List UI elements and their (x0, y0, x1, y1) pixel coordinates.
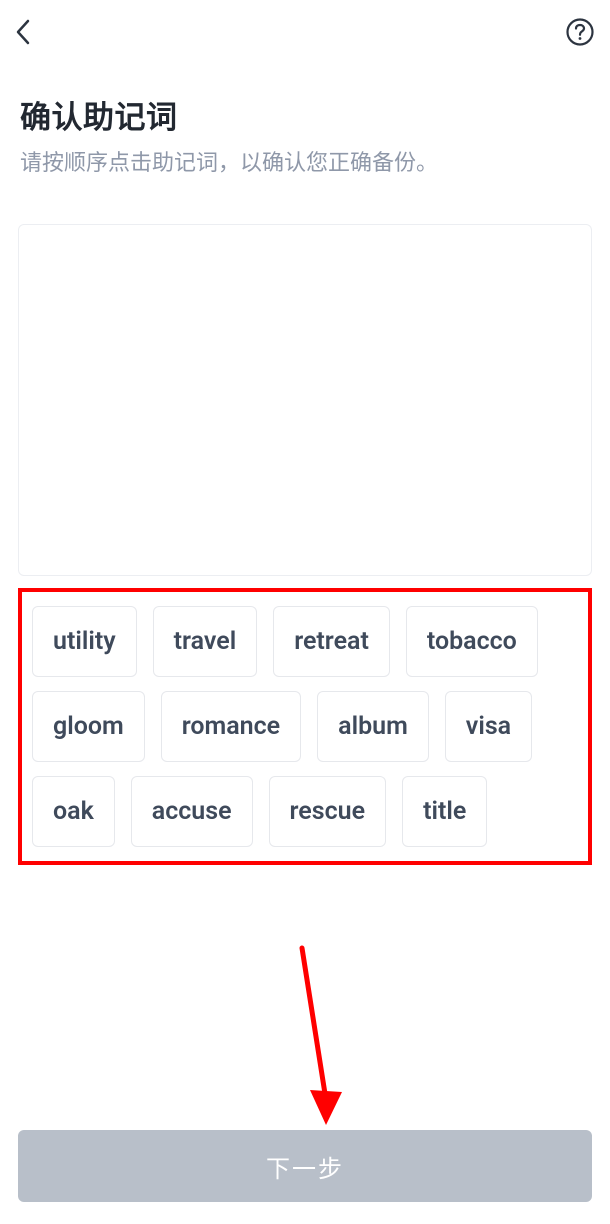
word-chip-romance[interactable]: romance (161, 691, 301, 762)
word-chip-oak[interactable]: oak (32, 776, 115, 847)
annotation-arrow-icon (280, 940, 370, 1144)
word-chip-title[interactable]: title (402, 776, 487, 847)
word-chip-gloom[interactable]: gloom (32, 691, 145, 762)
word-chip-rescue[interactable]: rescue (269, 776, 387, 847)
word-chip-album[interactable]: album (317, 691, 429, 762)
word-chip-utility[interactable]: utility (32, 606, 137, 677)
word-chip-tobacco[interactable]: tobacco (406, 606, 538, 677)
page-title: 确认助记词 (20, 92, 590, 137)
help-icon[interactable] (562, 14, 598, 50)
selected-words-area[interactable] (18, 224, 592, 576)
word-chip-accuse[interactable]: accuse (131, 776, 253, 847)
mnemonic-word-grid: utility travel retreat tobacco gloom rom… (18, 588, 592, 865)
next-button[interactable]: 下一步 (18, 1130, 592, 1202)
word-chip-retreat[interactable]: retreat (273, 606, 390, 677)
word-chip-travel[interactable]: travel (153, 606, 258, 677)
back-icon[interactable] (8, 16, 40, 48)
word-chip-visa[interactable]: visa (445, 691, 532, 762)
page-subtitle: 请按顺序点击助记词，以确认您正确备份。 (20, 147, 590, 180)
